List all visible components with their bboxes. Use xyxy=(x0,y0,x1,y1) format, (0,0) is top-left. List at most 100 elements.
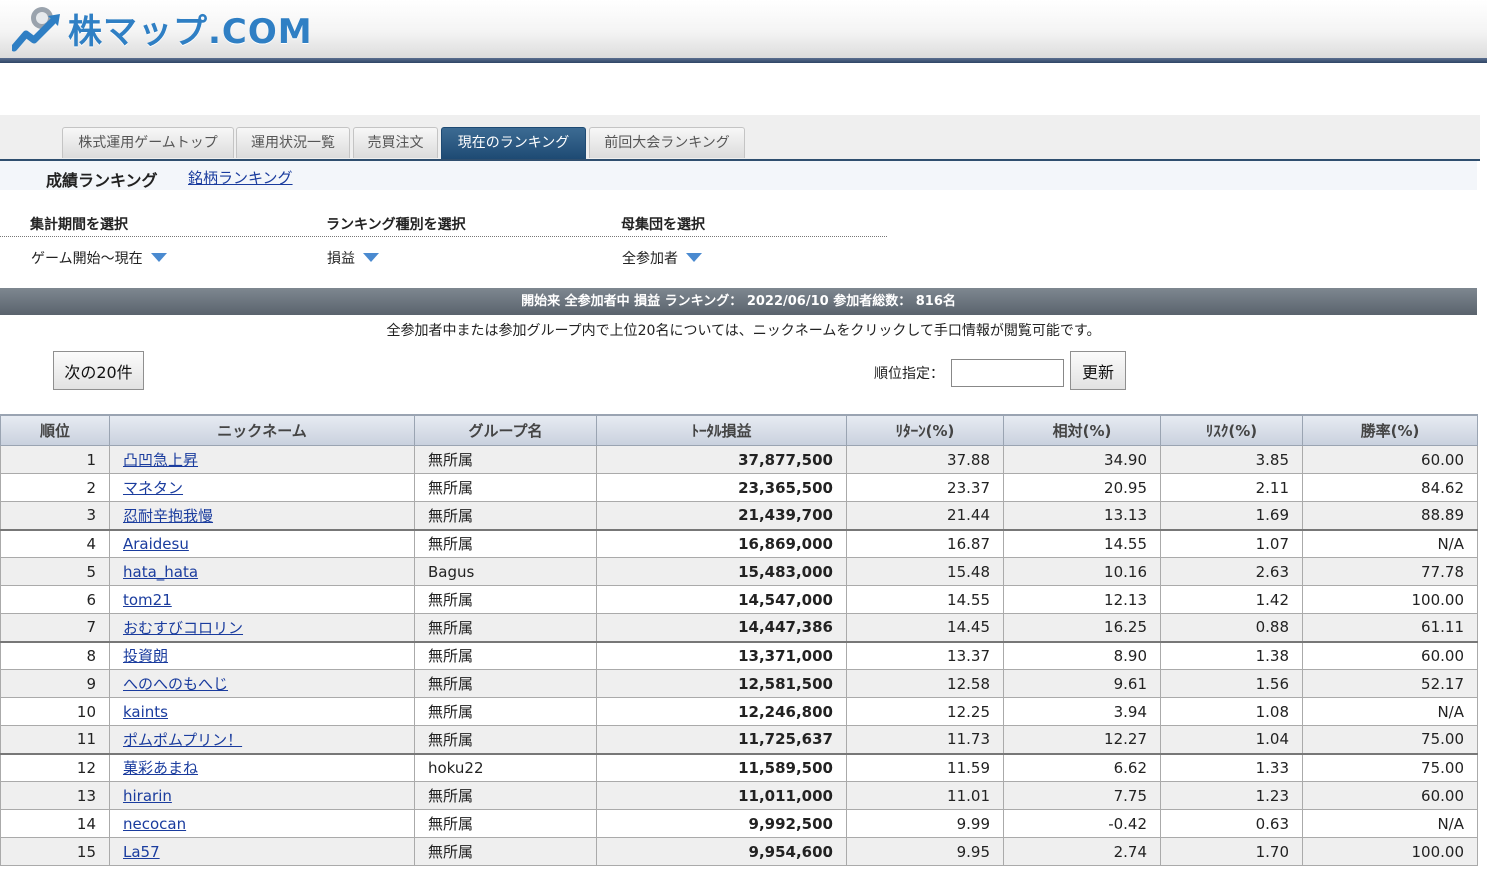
header-risk[interactable]: ﾘｽｸ(%) xyxy=(1160,414,1303,446)
nickname-link[interactable]: La57 xyxy=(123,843,160,861)
cell-group: 無所属 xyxy=(414,809,597,838)
cell-win-rate: 60.00 xyxy=(1302,445,1478,474)
cell-relative: 12.13 xyxy=(1003,585,1161,614)
cell-relative: 14.55 xyxy=(1003,528,1161,558)
cell-total-pl: 16,869,000 xyxy=(596,528,847,558)
cell-total-pl: 14,447,386 xyxy=(596,613,847,642)
cell-nickname: 菓彩あまね xyxy=(109,752,415,782)
header-group[interactable]: グループ名 xyxy=(414,414,597,446)
cell-relative: 2.74 xyxy=(1003,837,1161,866)
cell-total-pl: 9,992,500 xyxy=(596,809,847,838)
tab-previous-ranking[interactable]: 前回大会ランキング xyxy=(589,127,745,158)
header-nickname[interactable]: ニックネーム xyxy=(109,414,415,446)
table-header-row: 順位 ニックネーム グループ名 ﾄｰﾀﾙ損益 ﾘﾀｰﾝ(%) 相対(%) ﾘｽｸ… xyxy=(0,414,1478,446)
cell-risk: 1.69 xyxy=(1160,501,1303,530)
filter-period-dropdown[interactable]: ゲーム開始～現在 xyxy=(31,248,167,268)
header-win-rate[interactable]: 勝率(%) xyxy=(1302,414,1478,446)
nickname-link[interactable]: マネタン xyxy=(123,479,183,497)
tab-status-list[interactable]: 運用状況一覧 xyxy=(236,127,350,158)
cell-group: 無所属 xyxy=(414,445,597,474)
cell-relative: 16.25 xyxy=(1003,613,1161,642)
cell-rank: 12 xyxy=(0,752,110,782)
tab-order[interactable]: 売買注文 xyxy=(353,127,438,158)
cell-relative: 8.90 xyxy=(1003,640,1161,670)
filter-population-value: 全参加者 xyxy=(622,251,678,267)
cell-total-pl: 11,589,500 xyxy=(596,752,847,782)
cell-nickname: hata_hata xyxy=(109,557,415,586)
nickname-link[interactable]: 凸凹急上昇 xyxy=(123,451,198,469)
nickname-link[interactable]: hirarin xyxy=(123,787,172,805)
nickname-link[interactable]: 投資朗 xyxy=(123,647,168,665)
nickname-link[interactable]: hata_hata xyxy=(123,563,198,581)
cell-total-pl: 11,725,637 xyxy=(596,725,847,754)
rank-input[interactable] xyxy=(951,359,1064,387)
subnav-stock-ranking-link[interactable]: 銘柄ランキング xyxy=(188,167,293,188)
cell-relative: 34.90 xyxy=(1003,445,1161,474)
cell-rank: 6 xyxy=(0,585,110,614)
cell-risk: 1.23 xyxy=(1160,781,1303,810)
cell-relative: -0.42 xyxy=(1003,809,1161,838)
cell-win-rate: 61.11 xyxy=(1302,613,1478,642)
filter-type-dropdown[interactable]: 損益 xyxy=(327,248,379,268)
cell-relative: 12.27 xyxy=(1003,725,1161,754)
cell-risk: 1.42 xyxy=(1160,585,1303,614)
cell-relative: 13.13 xyxy=(1003,501,1161,530)
cell-group: hoku22 xyxy=(414,752,597,782)
table-row: 11 ポムポムプリン！ 無所属 11,725,637 11.73 12.27 1.04 75.… xyxy=(0,725,1478,754)
cell-risk: 1.56 xyxy=(1160,669,1303,698)
table-row: 4 Araidesu 無所属 16,869,000 16.87 14.55 1.07 N/A xyxy=(0,528,1478,558)
update-button[interactable]: 更新 xyxy=(1070,351,1126,390)
cell-nickname: 投資朗 xyxy=(109,640,415,670)
table-row: 9 へのへのもへじ 無所属 12,581,500 12.58 9.61 1.56 52.17 xyxy=(0,669,1478,698)
header-relative[interactable]: 相対(%) xyxy=(1003,414,1161,446)
cell-rank: 7 xyxy=(0,613,110,642)
nickname-link[interactable]: へのへのもへじ xyxy=(123,675,228,693)
nickname-link[interactable]: tom21 xyxy=(123,591,172,609)
cell-return: 9.99 xyxy=(846,809,1004,838)
cell-nickname: へのへのもへじ xyxy=(109,669,415,698)
next-20-button[interactable]: 次の20件 xyxy=(53,351,144,390)
nickname-link[interactable]: necocan xyxy=(123,815,186,833)
cell-risk: 0.63 xyxy=(1160,809,1303,838)
table-row: 13 hirarin 無所属 11,011,000 11.01 7.75 1.23 60.00 xyxy=(0,781,1478,810)
cell-nickname: おむすびコロリン xyxy=(109,613,415,642)
nickname-link[interactable]: kaints xyxy=(123,703,168,721)
rank-input-label: 順位指定： xyxy=(874,366,944,382)
cell-group: 無所属 xyxy=(414,501,597,530)
filter-population-dropdown[interactable]: 全参加者 xyxy=(622,248,702,268)
cell-return: 11.73 xyxy=(846,725,1004,754)
cell-return: 11.01 xyxy=(846,781,1004,810)
cell-rank: 3 xyxy=(0,501,110,530)
nickname-link[interactable]: Araidesu xyxy=(123,535,189,553)
cell-rank: 4 xyxy=(0,528,110,558)
header-rank[interactable]: 順位 xyxy=(0,414,110,446)
cell-group: 無所属 xyxy=(414,585,597,614)
cell-nickname: マネタン xyxy=(109,473,415,502)
cell-return: 14.55 xyxy=(846,585,1004,614)
nickname-link[interactable]: 忍耐辛抱我慢 xyxy=(123,507,213,525)
cell-win-rate: N/A xyxy=(1302,697,1478,726)
cell-return: 16.87 xyxy=(846,528,1004,558)
cell-risk: 2.63 xyxy=(1160,557,1303,586)
nickname-link[interactable]: 菓彩あまね xyxy=(123,759,198,777)
cell-nickname: La57 xyxy=(109,837,415,866)
header-total-pl[interactable]: ﾄｰﾀﾙ損益 xyxy=(596,414,847,446)
cell-rank: 14 xyxy=(0,809,110,838)
header-return[interactable]: ﾘﾀｰﾝ(%) xyxy=(846,414,1004,446)
table-row: 2 マネタン 無所属 23,365,500 23.37 20.95 2.11 84.62 xyxy=(0,473,1478,502)
cell-return: 9.95 xyxy=(846,837,1004,866)
nickname-link[interactable]: ポムポムプリン！ xyxy=(123,731,242,749)
dropdown-arrow-icon xyxy=(150,252,167,262)
nickname-link[interactable]: おむすびコロリン xyxy=(123,619,243,637)
cell-risk: 2.11 xyxy=(1160,473,1303,502)
table-row: 14 necocan 無所属 9,992,500 9.99 -0.42 0.63 N/A xyxy=(0,809,1478,838)
cell-total-pl: 23,365,500 xyxy=(596,473,847,502)
site-logo[interactable]: 株マップ.COM xyxy=(10,4,313,52)
cell-total-pl: 21,439,700 xyxy=(596,501,847,530)
tab-current-ranking[interactable]: 現在のランキング xyxy=(441,127,586,159)
cell-nickname: 凸凹急上昇 xyxy=(109,445,415,474)
cell-return: 23.37 xyxy=(846,473,1004,502)
cell-nickname: kaints xyxy=(109,697,415,726)
filter-period-heading: 集計期間を選択 xyxy=(30,217,128,233)
tab-game-top[interactable]: 株式運用ゲームトップ xyxy=(62,127,234,158)
